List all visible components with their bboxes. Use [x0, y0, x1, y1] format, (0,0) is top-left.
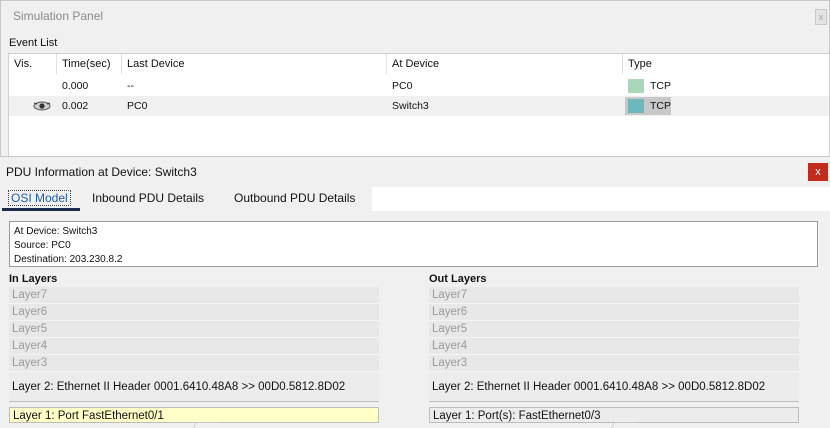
out-layer-6[interactable]: Layer6: [429, 304, 799, 321]
in-layer-2[interactable]: Layer 2: Ethernet II Header 0001.6410.48…: [9, 372, 379, 402]
in-layers-heading: In Layers: [9, 273, 58, 285]
in-layer-3[interactable]: Layer3: [9, 355, 379, 372]
event-last-device: PC0: [127, 100, 148, 112]
event-list-label: Event List: [9, 37, 58, 49]
out-layer-3[interactable]: Layer3: [429, 355, 799, 372]
out-layers-heading: Out Layers: [429, 273, 487, 285]
event-row[interactable]: 0.000 -- PC0 TCP: [9, 76, 829, 96]
column-header-time[interactable]: Time(sec): [57, 54, 122, 74]
event-type-label: TCP: [650, 100, 671, 112]
tab-inbound-pdu-details[interactable]: Inbound PDU Details: [86, 187, 220, 211]
in-layer-5[interactable]: Layer5: [9, 321, 379, 338]
pdu-information-dialog: PDU Information at Device: Switch3 x OSI…: [0, 156, 830, 428]
column-header-last-device[interactable]: Last Device: [122, 54, 387, 74]
event-list-header: Vis. Time(sec) Last Device At Device Typ…: [9, 54, 829, 74]
out-layer-7[interactable]: Layer7: [429, 287, 799, 304]
simulation-panel: Simulation Panel x Event List Vis. Time(…: [0, 0, 830, 158]
column-header-type[interactable]: Type: [623, 54, 829, 74]
event-at-device: Switch3: [392, 100, 429, 112]
in-layer-4[interactable]: Layer4: [9, 338, 379, 355]
event-at-device: PC0: [392, 80, 413, 92]
type-color-swatch: [628, 79, 644, 93]
in-layer-1[interactable]: Layer 1: Port FastEthernet0/1: [9, 407, 379, 423]
out-layers-column: Layer7 Layer6 Layer5 Layer4 Layer3 Layer…: [429, 287, 799, 423]
in-layer-6[interactable]: Layer6: [9, 304, 379, 321]
info-source: Source: PC0: [14, 240, 71, 251]
event-type[interactable]: TCP: [623, 76, 743, 96]
event-last-device: --: [127, 80, 134, 92]
out-layer-4[interactable]: Layer4: [429, 338, 799, 355]
pdu-dialog-close-button[interactable]: x: [808, 163, 828, 181]
scroll-hint-left: [191, 422, 221, 428]
column-header-at-device[interactable]: At Device: [387, 54, 623, 74]
in-layers-column: Layer7 Layer6 Layer5 Layer4 Layer3 Layer…: [9, 287, 379, 423]
event-time: 0.000: [62, 80, 89, 92]
type-color-swatch: [628, 99, 644, 113]
out-layer-1[interactable]: Layer 1: Port(s): FastEthernet0/3: [429, 407, 799, 423]
simulation-panel-title: Simulation Panel: [13, 9, 104, 23]
info-destination: Destination: 203.230.8.2: [14, 254, 123, 265]
tab-osi-model-label: OSI Model: [8, 190, 71, 206]
device-info-box: At Device: Switch3 Source: PC0 Destinati…: [9, 221, 818, 267]
tab-osi-model[interactable]: OSI Model: [2, 187, 80, 211]
eye-icon[interactable]: [33, 101, 51, 111]
simulation-panel-close-button[interactable]: x: [815, 9, 827, 25]
event-type[interactable]: TCP: [623, 96, 743, 116]
event-type-label: TCP: [650, 80, 671, 92]
in-layer-7[interactable]: Layer7: [9, 287, 379, 304]
event-row[interactable]: 0.002 PC0 Switch3 TCP: [9, 96, 829, 116]
info-at-device: At Device: Switch3: [14, 226, 98, 237]
column-header-vis[interactable]: Vis.: [9, 54, 57, 74]
scroll-hint-right: [609, 422, 639, 428]
out-layer-5[interactable]: Layer5: [429, 321, 799, 338]
event-time: 0.002: [62, 100, 89, 112]
pdu-dialog-title: PDU Information at Device: Switch3: [6, 165, 197, 179]
out-layer-2[interactable]: Layer 2: Ethernet II Header 0001.6410.48…: [429, 372, 799, 402]
pdu-tab-bar: OSI Model Inbound PDU Details Outbound P…: [0, 187, 830, 211]
event-list-table: Vis. Time(sec) Last Device At Device Typ…: [8, 53, 830, 157]
tab-outbound-pdu-details[interactable]: Outbound PDU Details: [228, 187, 372, 211]
